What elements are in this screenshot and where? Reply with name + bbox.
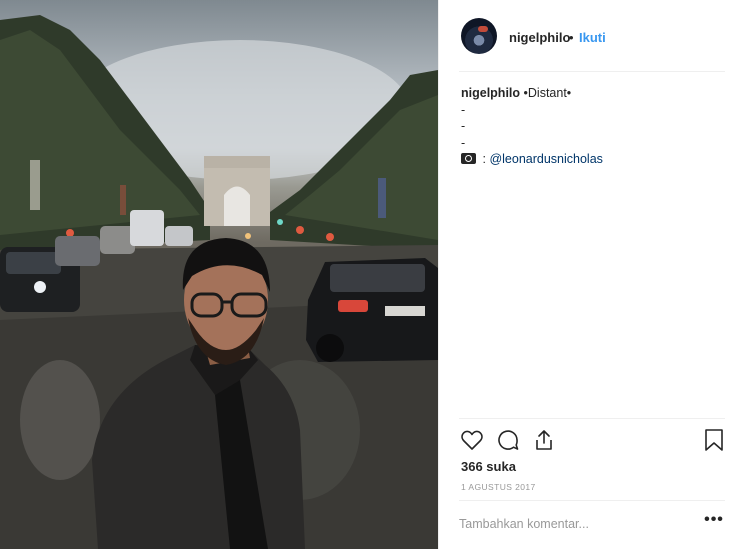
actions-divider	[459, 418, 725, 419]
share-button[interactable]	[532, 428, 556, 452]
caption-username[interactable]: nigelphilo	[461, 86, 520, 100]
comment-input[interactable]	[459, 512, 689, 536]
credit-prefix: :	[482, 152, 486, 166]
more-options-button[interactable]: •••	[703, 512, 725, 533]
like-button[interactable]	[460, 428, 484, 452]
post-caption: nigelphilo •Distant• - - - : @leonardusn…	[461, 85, 723, 168]
comment-divider	[459, 500, 725, 501]
avatar-detail	[478, 26, 488, 32]
username-link[interactable]: nigelphilo	[509, 30, 570, 45]
likes-count[interactable]: 366 suka	[461, 459, 516, 474]
comment-button[interactable]	[496, 428, 520, 452]
share-icon	[536, 430, 552, 450]
mention-link[interactable]: @leonardusnicholas	[489, 152, 602, 166]
bookmark-icon	[705, 429, 723, 451]
caption-text: •Distant•	[523, 86, 572, 100]
comment-icon	[498, 430, 519, 450]
header-separator: •	[569, 30, 574, 45]
photo-scene	[0, 15, 438, 549]
post-details-panel: nigelphilo • Ikuti nigelphilo •Distant• …	[438, 0, 744, 549]
save-button[interactable]	[702, 428, 726, 452]
camera-icon	[461, 153, 476, 164]
caption-line: -	[461, 102, 466, 117]
caption-line: -	[461, 119, 466, 133]
caption-line: -	[461, 135, 466, 150]
post-header: nigelphilo • Ikuti	[439, 0, 744, 72]
heart-icon	[461, 430, 483, 450]
avatar[interactable]	[461, 18, 497, 54]
follow-button[interactable]: Ikuti	[579, 30, 606, 45]
post-photo[interactable]	[0, 0, 438, 549]
header-divider	[459, 71, 725, 72]
post-date[interactable]: 1 AGUSTUS 2017	[461, 482, 536, 492]
